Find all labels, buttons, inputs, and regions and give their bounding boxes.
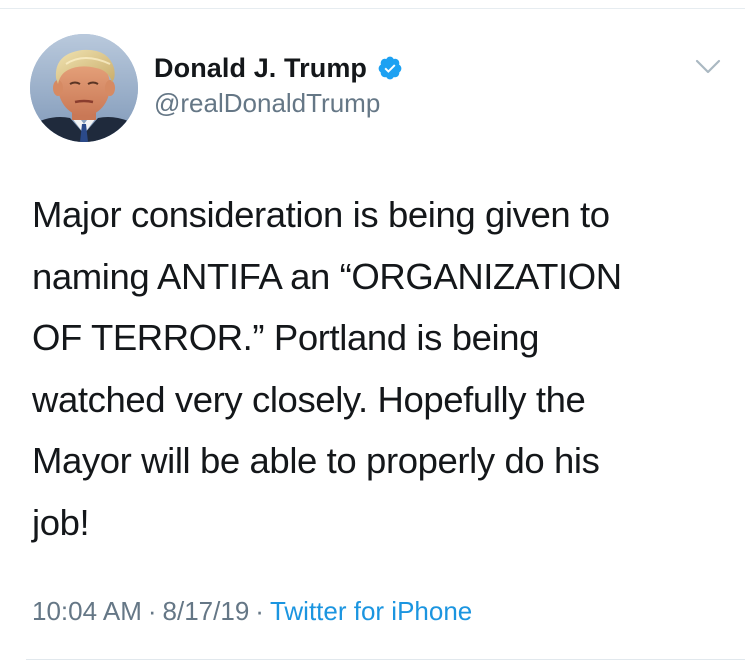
top-divider [0,8,745,9]
tweet-source-link[interactable]: Twitter for iPhone [270,596,472,626]
tweet-time[interactable]: 10:04 AM [32,596,142,626]
meta-separator: · [147,596,157,626]
tweet-metadata: 10:04 AM · 8/17/19 · Twitter for iPhone [32,596,472,627]
tweet-header: Donald J. Trump @realDonaldTrump [30,34,745,144]
display-name[interactable]: Donald J. Trump [154,53,367,84]
chevron-down-icon[interactable] [692,56,724,78]
author-handle[interactable]: @realDonaldTrump [154,88,403,119]
avatar-image [30,34,138,142]
author-info: Donald J. Trump @realDonaldTrump [154,50,403,119]
tweet-text: Major consideration is being given to na… [32,194,622,543]
avatar[interactable] [30,34,138,142]
tweet-date[interactable]: 8/17/19 [163,596,250,626]
display-name-row: Donald J. Trump [154,50,403,86]
bottom-divider [26,659,745,660]
meta-separator: · [255,596,264,626]
verified-badge-icon [377,55,403,81]
